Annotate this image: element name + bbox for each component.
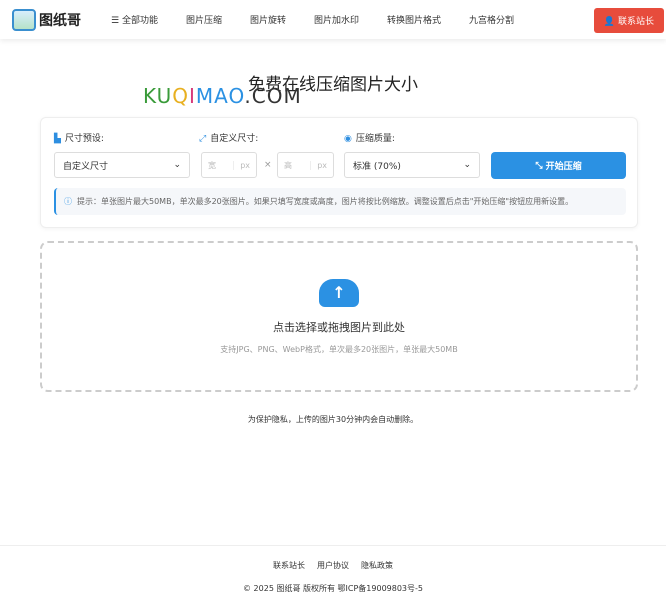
width-input[interactable]: 宽 px bbox=[201, 152, 257, 178]
placeholder: 高 bbox=[284, 160, 292, 170]
label-text: 压缩质量: bbox=[355, 134, 395, 144]
ruler-icon: ▙ bbox=[54, 134, 61, 144]
menu-watermark[interactable]: 图片加水印 bbox=[314, 13, 359, 26]
button-label: 开始压缩 bbox=[545, 162, 582, 172]
start-compress-button[interactable]: ⤡ 开始压缩 bbox=[491, 152, 626, 179]
settings-card: ▙ 尺寸预设: ⤢ 自定义尺寸: ◉ 压缩质量: 自定义尺寸 ⌄ 宽 px × 高 px 标… bbox=[40, 117, 638, 228]
main-menu: ☰ 全部功能 图片压缩 图片旋转 图片加水印 转换图片格式 九宫格分割 bbox=[111, 13, 542, 26]
tip-text: 提示：单张图片最大50MB，单次最多20张图片。如果只填写宽度或高度，图片将按比… bbox=[77, 197, 574, 206]
chevron-down-icon: ⌄ bbox=[173, 160, 181, 170]
select-value: 自定义尺寸 bbox=[63, 161, 109, 172]
compress-icon: ⤡ bbox=[535, 160, 546, 171]
label-text: 自定义尺寸: bbox=[210, 134, 259, 144]
privacy-note: 为保护隐私，上传的图片30分钟内会自动删除。 bbox=[247, 415, 419, 424]
footer-link-privacy[interactable]: 隐私政策 bbox=[361, 561, 393, 570]
footer-link-terms[interactable]: 用户协议 bbox=[317, 561, 349, 570]
logo-text: 图纸哥 bbox=[39, 12, 81, 29]
cloud-upload-icon: ↑ bbox=[319, 279, 359, 307]
quality-select[interactable]: 标准 (70%) ⌄ bbox=[344, 152, 480, 178]
unit: px bbox=[233, 160, 256, 170]
chevron-down-icon: ⌄ bbox=[463, 160, 471, 170]
size-preset-select[interactable]: 自定义尺寸 ⌄ bbox=[54, 152, 190, 178]
menu-grid-split[interactable]: 九宫格分割 bbox=[469, 13, 514, 26]
upload-dropzone[interactable]: ↑ 点击选择或拖拽图片到此处 支持JPG、PNG、WebP格式，单次最多20张图… bbox=[40, 241, 638, 392]
footer: 联系站长 用户协议 隐私政策 © 2025 图纸哥 版权所有 鄂ICP备190098… bbox=[0, 545, 666, 594]
quality-label: ◉ 压缩质量: bbox=[344, 131, 395, 144]
logo-icon bbox=[12, 8, 36, 31]
upload-title: 点击选择或拖拽图片到此处 bbox=[273, 321, 405, 334]
menu-all-features[interactable]: ☰ 全部功能 bbox=[111, 13, 158, 26]
custom-size-label: ⤢ 自定义尺寸: bbox=[199, 131, 258, 144]
placeholder: 宽 bbox=[208, 160, 216, 170]
select-value: 标准 (70%) bbox=[353, 161, 401, 172]
menu-label: 全部功能 bbox=[121, 16, 158, 26]
expand-icon: ⤢ bbox=[199, 134, 207, 144]
size-preset-label: ▙ 尺寸预设: bbox=[54, 131, 104, 144]
top-nav: 图纸哥 ☰ 全部功能 图片压缩 图片旋转 图片加水印 转换图片格式 九宫格分割 … bbox=[0, 0, 666, 39]
info-icon: ⓘ bbox=[64, 197, 72, 206]
logo[interactable]: 图纸哥 bbox=[12, 8, 81, 31]
menu-compress[interactable]: 图片压缩 bbox=[186, 13, 222, 26]
contact-button[interactable]: 👤 联系站长 bbox=[593, 8, 664, 33]
tip-box: ⓘ 提示：单张图片最大50MB，单次最多20张图片。如果只填写宽度或高度，图片将按… bbox=[54, 188, 626, 215]
footer-link-contact[interactable]: 联系站长 bbox=[273, 561, 305, 570]
label-text: 尺寸预设: bbox=[64, 134, 104, 144]
height-input[interactable]: 高 px bbox=[277, 152, 334, 178]
watermark: KUQIMAO.COM bbox=[143, 84, 302, 108]
page-title: 免费在线压缩图片大小 bbox=[248, 75, 418, 95]
times-sign: × bbox=[264, 160, 272, 170]
gauge-icon: ◉ bbox=[344, 134, 352, 144]
menu-rotate[interactable]: 图片旋转 bbox=[250, 13, 286, 26]
contact-label: 联系站长 bbox=[617, 17, 654, 27]
copyright: © 2025 图纸哥 版权所有 鄂ICP备19009803号-5 bbox=[243, 584, 423, 593]
menu-convert[interactable]: 转换图片格式 bbox=[387, 13, 441, 26]
unit: px bbox=[310, 160, 333, 170]
user-icon: 👤 bbox=[603, 17, 616, 27]
upload-subtitle: 支持JPG、PNG、WebP格式，单次最多20张图片，单张最大50MB bbox=[220, 345, 458, 354]
